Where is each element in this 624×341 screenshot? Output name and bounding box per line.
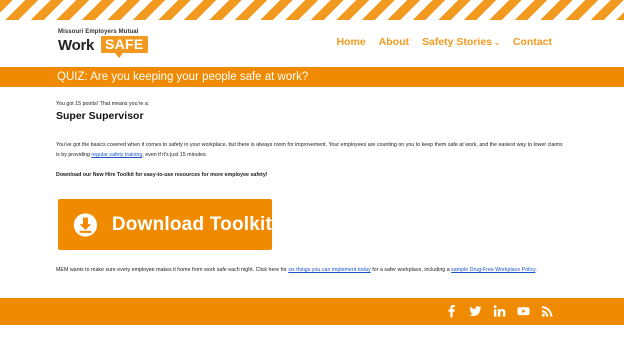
result-rank-title: Super Supervisor bbox=[56, 110, 144, 122]
closing-text-end: . bbox=[535, 267, 537, 273]
safety-training-link[interactable]: regular safety training bbox=[91, 152, 142, 158]
download-toolkit-label: Download Toolkit bbox=[111, 213, 272, 235]
drug-free-policy-link[interactable]: sample Drug-Free Workplace Policy bbox=[451, 267, 535, 273]
twitter-icon[interactable] bbox=[469, 304, 482, 318]
result-paragraph: You've got the basics covered when it co… bbox=[56, 140, 564, 160]
nav-safety-stories-label: Safety Stories bbox=[422, 36, 493, 48]
download-icon bbox=[73, 212, 98, 237]
rss-icon[interactable] bbox=[541, 304, 554, 318]
closing-text-start: MEM wants to make sure every employee ma… bbox=[56, 267, 289, 273]
nav-about[interactable]: About bbox=[379, 36, 409, 48]
logo-word-work: Work bbox=[58, 37, 95, 54]
main-nav: Home About Safety Stories ⌄ Contact bbox=[323, 36, 552, 48]
points-text: You got 15 points! That means you're a: bbox=[56, 101, 150, 107]
social-links bbox=[434, 304, 554, 318]
closing-text-middle: for a safer workplace, including a bbox=[370, 267, 452, 273]
quiz-result-content: You got 15 points! That means you're a: … bbox=[56, 99, 566, 273]
result-paragraph-tail: , even if it's just 15 minutes. bbox=[142, 152, 208, 158]
quiz-title-bar: QUIZ: Are you keeping your people safe a… bbox=[0, 67, 624, 87]
linkedin-icon[interactable] bbox=[493, 304, 506, 318]
chevron-down-icon: ⌄ bbox=[494, 40, 500, 47]
site-footer bbox=[0, 298, 624, 325]
six-things-link[interactable]: six things you can implement today bbox=[288, 267, 370, 273]
decorative-stripe-band bbox=[0, 0, 624, 20]
closing-paragraph: MEM wants to make sure every employee ma… bbox=[56, 265, 568, 275]
logo-tagline: Missouri Employers Mutual bbox=[58, 29, 139, 35]
download-toolkit-button[interactable]: Download Toolkit bbox=[58, 199, 272, 250]
quiz-title: QUIZ: Are you keeping your people safe a… bbox=[57, 71, 309, 83]
youtube-icon[interactable] bbox=[517, 304, 530, 318]
site-header: Missouri Employers Mutual Work SAFE Home… bbox=[0, 20, 624, 67]
nav-home[interactable]: Home bbox=[336, 36, 365, 48]
nav-contact[interactable]: Contact bbox=[513, 36, 552, 48]
page-bottom-margin bbox=[0, 325, 624, 341]
logo-word-safe: SAFE bbox=[101, 36, 148, 58]
toolkit-promo-text: Download our New Hire Toolkit for easy-t… bbox=[56, 172, 268, 178]
worksafe-logo[interactable]: Missouri Employers Mutual Work SAFE bbox=[58, 29, 148, 59]
nav-safety-stories[interactable]: Safety Stories ⌄ bbox=[422, 36, 500, 48]
facebook-icon[interactable] bbox=[445, 304, 458, 318]
